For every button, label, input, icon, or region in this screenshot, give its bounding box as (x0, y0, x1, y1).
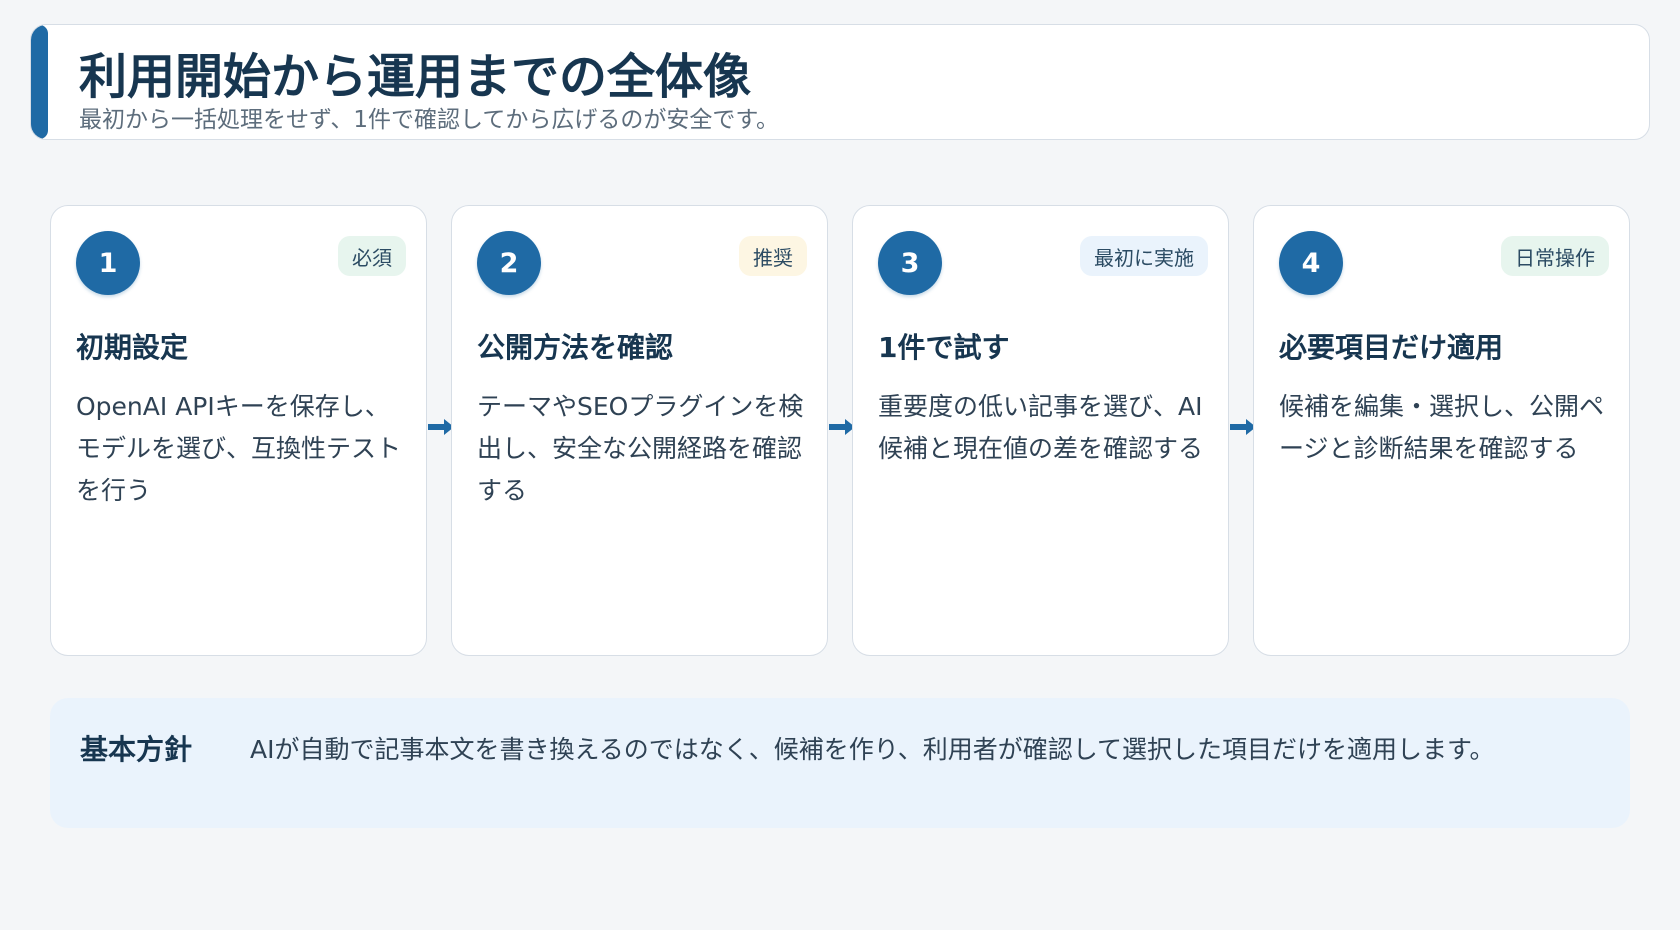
page-title: 利用開始から運用までの全体像 (79, 49, 752, 105)
step-title: 初期設定 (76, 331, 189, 364)
step-number-badge: 2 (477, 231, 541, 295)
step-title: 必要項目だけ適用 (1279, 331, 1504, 364)
policy-text: AIが自動で記事本文を書き換えるのではなく、候補を作り、利用者が確認して選択した… (250, 735, 1495, 764)
step-card-1: 1 必須 初期設定 OpenAI APIキーを保存し、モデルを選び、互換性テスト… (50, 205, 427, 656)
step-title: 1件で試す (878, 331, 1010, 364)
step-title: 公開方法を確認 (477, 331, 674, 364)
step-number-badge: 1 (76, 231, 140, 295)
step-status-badge: 最初に実施 (1080, 236, 1208, 276)
step-card-4: 4 日常操作 必要項目だけ適用 候補を編集・選択し、公開ページと診断結果を確認す… (1253, 205, 1630, 656)
step-status-badge: 日常操作 (1501, 236, 1609, 276)
step-status-badge: 推奨 (739, 236, 807, 276)
step-description: 重要度の低い記事を選び、AI候補と現在値の差を確認する (878, 392, 1204, 463)
step-description: OpenAI APIキーを保存し、モデルを選び、互換性テストを行う (76, 392, 402, 505)
policy-label: 基本方針 (80, 733, 193, 766)
step-number-badge: 4 (1279, 231, 1343, 295)
header-panel: 利用開始から運用までの全体像 最初から一括処理をせず、1件で確認してから広げるの… (30, 24, 1650, 140)
step-status-badge: 必須 (338, 236, 406, 276)
steps-flow: 1 必須 初期設定 OpenAI APIキーを保存し、モデルを選び、互換性テスト… (50, 205, 1630, 656)
page-subtitle: 最初から一括処理をせず、1件で確認してから広げるのが安全です。 (79, 107, 780, 133)
step-card-3: 3 最初に実施 1件で試す 重要度の低い記事を選び、AI候補と現在値の差を確認す… (852, 205, 1229, 656)
policy-panel: 基本方針 AIが自動で記事本文を書き換えるのではなく、候補を作り、利用者が確認し… (50, 698, 1630, 828)
step-card-2: 2 推奨 公開方法を確認 テーマやSEOプラグインを検出し、安全な公開経路を確認… (451, 205, 828, 656)
step-description: テーマやSEOプラグインを検出し、安全な公開経路を確認する (477, 392, 804, 505)
step-description: 候補を編集・選択し、公開ページと診断結果を確認する (1279, 392, 1605, 463)
header-accent-bar (31, 25, 48, 139)
step-number-badge: 3 (878, 231, 942, 295)
